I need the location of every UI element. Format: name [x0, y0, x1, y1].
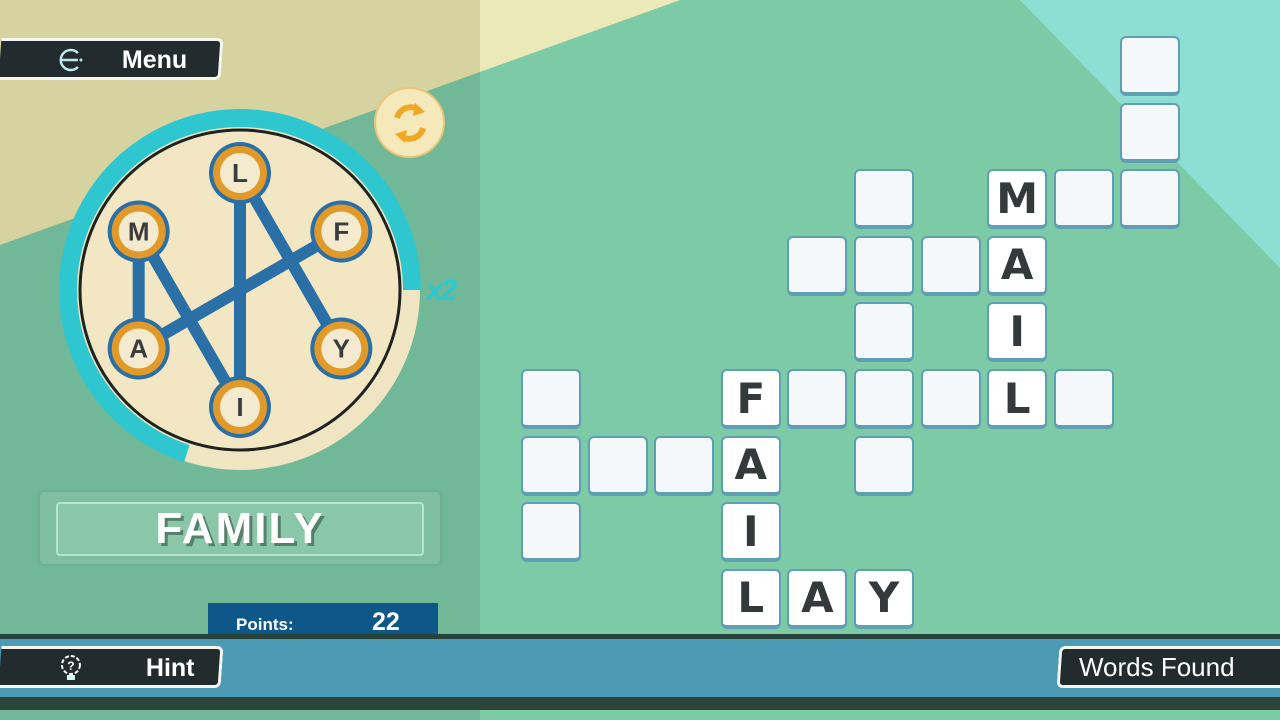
- empty-cell: [920, 369, 981, 429]
- empty-cell: [787, 369, 848, 429]
- empty-cell: [787, 235, 848, 296]
- footer-border-bottom: [0, 697, 1280, 710]
- letter: Y: [333, 334, 350, 364]
- points-display: Points: 22: [208, 603, 438, 637]
- empty-cell: [1120, 102, 1181, 163]
- current-word: FAMILY: [56, 502, 424, 556]
- empty-cell: [587, 435, 648, 496]
- words-found-button[interactable]: Words Found: [1056, 646, 1280, 688]
- empty-cell: [854, 302, 914, 363]
- empty-cell: [920, 235, 981, 296]
- letter-cell: A: [787, 568, 848, 629]
- shuffle-button[interactable]: [374, 87, 445, 158]
- empty-cell: [1053, 169, 1114, 230]
- words-found-label: Words Found: [1079, 651, 1235, 682]
- empty-cell: [1120, 169, 1181, 230]
- points-label: Points:: [236, 615, 294, 634]
- letter: I: [236, 392, 243, 422]
- current-word-panel: FAMILY: [40, 492, 440, 564]
- points-value: 22: [372, 608, 400, 636]
- letter: A: [129, 334, 148, 364]
- empty-cell: [1053, 369, 1114, 429]
- menu-button[interactable]: Menu: [0, 38, 224, 80]
- letter-cell: Y: [854, 568, 914, 629]
- hint-label: Hint: [145, 654, 195, 682]
- empty-cell: [521, 435, 581, 496]
- menu-label: Menu: [121, 46, 188, 74]
- hint-button[interactable]: ? Hint: [0, 646, 224, 688]
- svg-text:?: ?: [67, 659, 74, 673]
- empty-cell: [1120, 36, 1181, 96]
- letter-cell: F: [720, 369, 781, 429]
- multiplier-badge: x2: [426, 274, 457, 307]
- empty-cell: [521, 369, 581, 429]
- empty-cell: [521, 502, 581, 563]
- letter: L: [232, 158, 248, 188]
- letter-wheel[interactable]: L F Y I A M: [40, 100, 440, 480]
- empty-cell: [854, 169, 914, 230]
- empty-cell: [854, 235, 914, 296]
- letter-cell: I: [987, 302, 1048, 363]
- letter-cell: L: [720, 568, 781, 629]
- letter-cell: L: [987, 369, 1048, 429]
- empty-cell: [654, 435, 715, 496]
- empty-cell: [854, 369, 914, 429]
- lightbulb-question-icon: ?: [60, 655, 81, 680]
- letter-cell: M: [987, 169, 1048, 230]
- letter: F: [333, 217, 349, 247]
- letter-cell: A: [720, 435, 781, 496]
- shuffle-arrows-icon: [393, 102, 426, 143]
- letter-cell: A: [987, 235, 1048, 296]
- letter-cell: I: [720, 502, 781, 563]
- exit-icon: [59, 48, 83, 72]
- letter: M: [128, 217, 150, 247]
- empty-cell: [854, 435, 914, 496]
